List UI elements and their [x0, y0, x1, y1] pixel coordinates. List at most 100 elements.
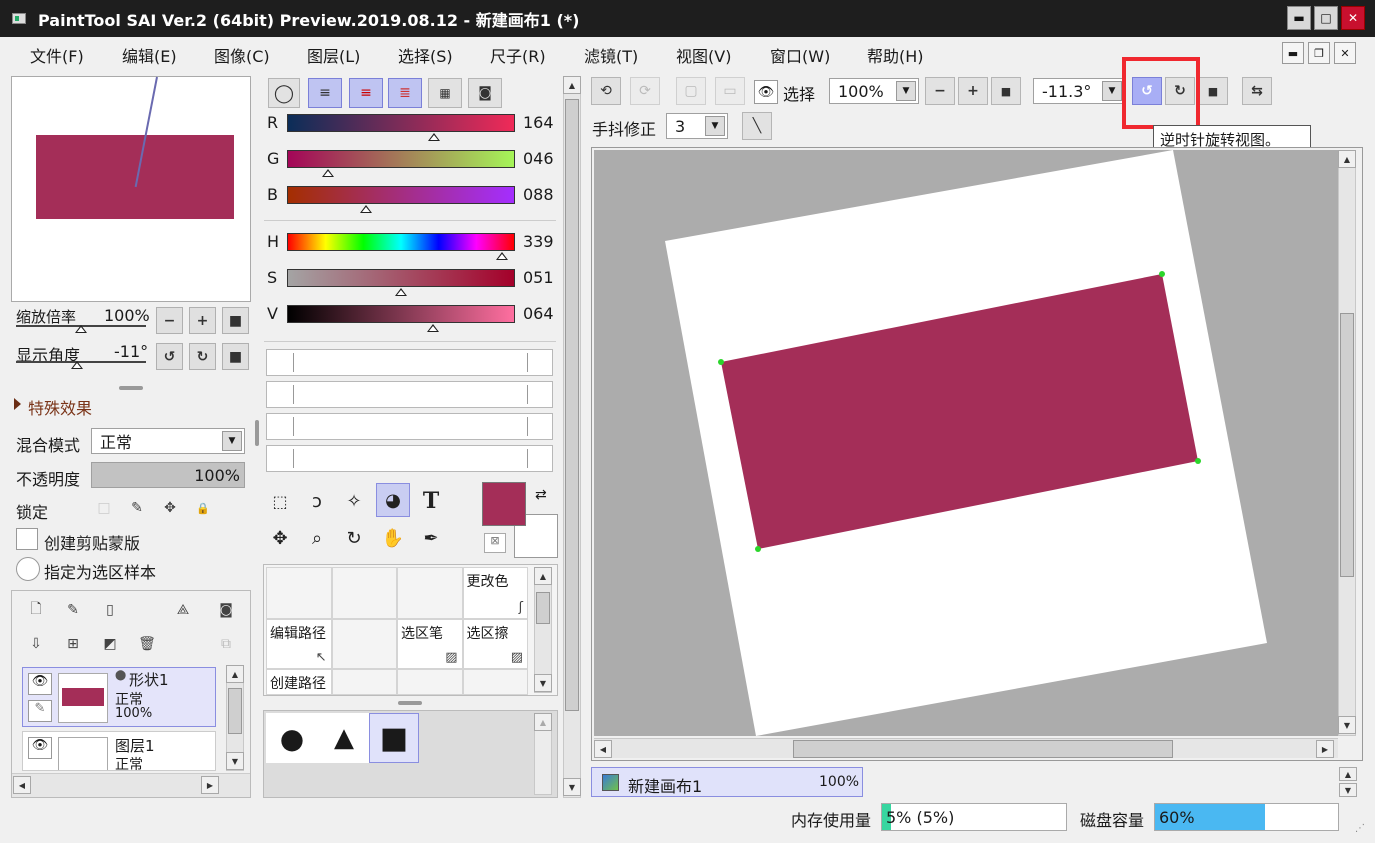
- zoom-in-button[interactable]: +: [189, 307, 216, 334]
- selection-sample-radio[interactable]: [16, 557, 40, 581]
- zoom-reset-button[interactable]: ■: [222, 307, 249, 334]
- scroll-up-icon[interactable]: ▲: [534, 713, 552, 731]
- scroll-thumb[interactable]: [1340, 313, 1354, 577]
- canvas-zoom-out-button[interactable]: −: [925, 77, 955, 105]
- primary-color-swatch[interactable]: [482, 482, 526, 526]
- panel-splitter-handle[interactable]: [255, 420, 259, 446]
- flip-view-button[interactable]: ⇆: [1242, 77, 1272, 105]
- layer-row[interactable]: 👁 ✎ ⬤ 形状1 正常 100%: [22, 667, 216, 727]
- window-maximize-button[interactable]: □: [1314, 6, 1338, 30]
- layer-list-scrollbar[interactable]: ▲ ▼: [226, 665, 244, 771]
- mdi-restore-button[interactable]: ❐: [1308, 42, 1330, 64]
- custom-brush-slot[interactable]: [266, 381, 553, 408]
- blue-value[interactable]: 088: [523, 185, 554, 204]
- dropdown-arrow-icon[interactable]: ▼: [705, 116, 725, 136]
- shape-control-point[interactable]: [1195, 458, 1201, 464]
- triangle-shape-icon[interactable]: ▲: [318, 713, 370, 763]
- resize-grip-icon[interactable]: ⋰: [1355, 823, 1365, 834]
- layer-visibility-eye-icon[interactable]: 👁: [28, 673, 52, 695]
- menu-filter[interactable]: 滤镜(T): [584, 43, 638, 67]
- red-slider-thumb[interactable]: [427, 133, 440, 141]
- rotate-ccw-button[interactable]: ↺: [156, 343, 183, 370]
- opacity-bar[interactable]: 100%: [91, 462, 245, 488]
- magic-wand-icon[interactable]: ✧: [337, 484, 371, 518]
- angle-slider-thumb[interactable]: [71, 361, 84, 369]
- window-minimize-button[interactable]: ▬: [1287, 6, 1311, 30]
- hsv-slider-mode-icon[interactable]: ≡: [349, 78, 383, 108]
- scroll-up-icon[interactable]: ▲: [1338, 150, 1356, 168]
- expand-arrow-icon[interactable]: [14, 398, 21, 410]
- effects-label[interactable]: 特殊效果: [28, 395, 92, 419]
- swatches-mode-icon[interactable]: ▦: [428, 78, 462, 108]
- menu-edit[interactable]: 编辑(E): [122, 43, 177, 67]
- custom-brush-slot[interactable]: [266, 349, 553, 376]
- dropdown-arrow-icon[interactable]: ▼: [896, 81, 916, 101]
- layer-row[interactable]: 👁 图层1 正常: [22, 731, 216, 771]
- merge-down-icon[interactable]: ⇩: [25, 633, 47, 655]
- hand-tool-icon[interactable]: ✋: [376, 521, 410, 555]
- menu-ruler[interactable]: 尺子(R): [490, 43, 546, 67]
- menu-window[interactable]: 窗口(W): [770, 43, 830, 67]
- saturation-value[interactable]: 051: [523, 268, 554, 287]
- saturation-slider[interactable]: [287, 269, 515, 287]
- lasso-icon[interactable]: ↄ: [300, 484, 334, 518]
- scroll-right-icon[interactable]: ▶: [1316, 740, 1334, 758]
- green-slider[interactable]: [287, 150, 515, 168]
- rgb-slider-mode-icon[interactable]: ≡: [308, 78, 342, 108]
- window-close-button[interactable]: ✕: [1341, 6, 1365, 30]
- scroll-thumb[interactable]: [228, 688, 242, 734]
- scroll-left-icon[interactable]: ◀: [13, 776, 31, 794]
- subtool-cell[interactable]: 创建路径: [266, 669, 332, 695]
- green-value[interactable]: 046: [523, 149, 554, 168]
- hue-slider-thumb[interactable]: [495, 252, 508, 260]
- new-layer-icon[interactable]: 🗋: [25, 599, 47, 621]
- subtool-cell[interactable]: 选区擦 ▨: [462, 619, 528, 669]
- move-tool-icon[interactable]: ✥: [263, 521, 297, 555]
- document-tab[interactable]: 新建画布1 100%: [591, 767, 863, 797]
- blue-slider[interactable]: [287, 186, 515, 204]
- rotate-cw-button[interactable]: ↻: [189, 343, 216, 370]
- canvas-vscrollbar[interactable]: ▲ ▼: [1338, 150, 1356, 736]
- swap-colors-icon[interactable]: ⇄: [535, 487, 547, 503]
- hue-value[interactable]: 339: [523, 232, 554, 251]
- color-wheel-mode-icon[interactable]: ◯: [268, 78, 300, 108]
- shape-control-point[interactable]: [1159, 271, 1165, 277]
- tabs-scroll-down-icon[interactable]: ▼: [1339, 783, 1357, 797]
- color-mixer-mode-icon[interactable]: ≣: [388, 78, 422, 108]
- clear-layer-icon[interactable]: ◩: [99, 633, 121, 655]
- new-pen-layer-icon[interactable]: ✎: [62, 599, 84, 621]
- hue-slider[interactable]: [287, 233, 515, 251]
- scroll-left-icon[interactable]: ◀: [594, 740, 612, 758]
- panel-splitter-handle[interactable]: [398, 701, 422, 705]
- scroll-down-icon[interactable]: ▼: [1338, 716, 1356, 734]
- scroll-down-icon[interactable]: ▼: [563, 778, 581, 796]
- layer-effect-icon[interactable]: ⟁: [172, 599, 194, 621]
- panel-splitter-handle[interactable]: [119, 386, 143, 390]
- scroll-down-icon[interactable]: ▼: [226, 752, 244, 770]
- text-tool-icon[interactable]: T: [414, 484, 448, 518]
- scroll-thumb[interactable]: [536, 592, 550, 624]
- red-value[interactable]: 164: [523, 113, 554, 132]
- canvas-angle-select[interactable]: -11.3° ▼: [1033, 78, 1125, 104]
- blend-mode-select[interactable]: 正常 ▼: [91, 428, 245, 454]
- zoom-slider-thumb[interactable]: [75, 325, 87, 333]
- shape-presets-scrollbar[interactable]: ▲: [534, 713, 552, 795]
- square-shape-icon[interactable]: ■: [369, 713, 419, 763]
- mdi-minimize-button[interactable]: ▬: [1282, 42, 1304, 64]
- scroll-thumb[interactable]: [793, 740, 1174, 758]
- menu-file[interactable]: 文件(F): [30, 43, 84, 67]
- saturation-slider-thumb[interactable]: [395, 288, 407, 296]
- canvas-zoom-select[interactable]: 100% ▼: [829, 78, 919, 104]
- menu-help[interactable]: 帮助(H): [867, 43, 924, 67]
- subtool-cell[interactable]: 编辑路径 ↖: [266, 619, 332, 669]
- value-value[interactable]: 064: [523, 304, 554, 323]
- value-slider[interactable]: [287, 305, 515, 323]
- menu-select[interactable]: 选择(S): [398, 43, 453, 67]
- navigator-preview[interactable]: [11, 76, 251, 302]
- rect-select-icon[interactable]: ⬚: [263, 484, 297, 518]
- menu-image[interactable]: 图像(C): [214, 43, 270, 67]
- transparent-color-icon[interactable]: ⊠: [484, 533, 506, 553]
- lock-transparency-icon[interactable]: □: [93, 497, 115, 519]
- tabs-scroll-up-icon[interactable]: ▲: [1339, 767, 1357, 781]
- zoom-out-button[interactable]: −: [156, 307, 183, 334]
